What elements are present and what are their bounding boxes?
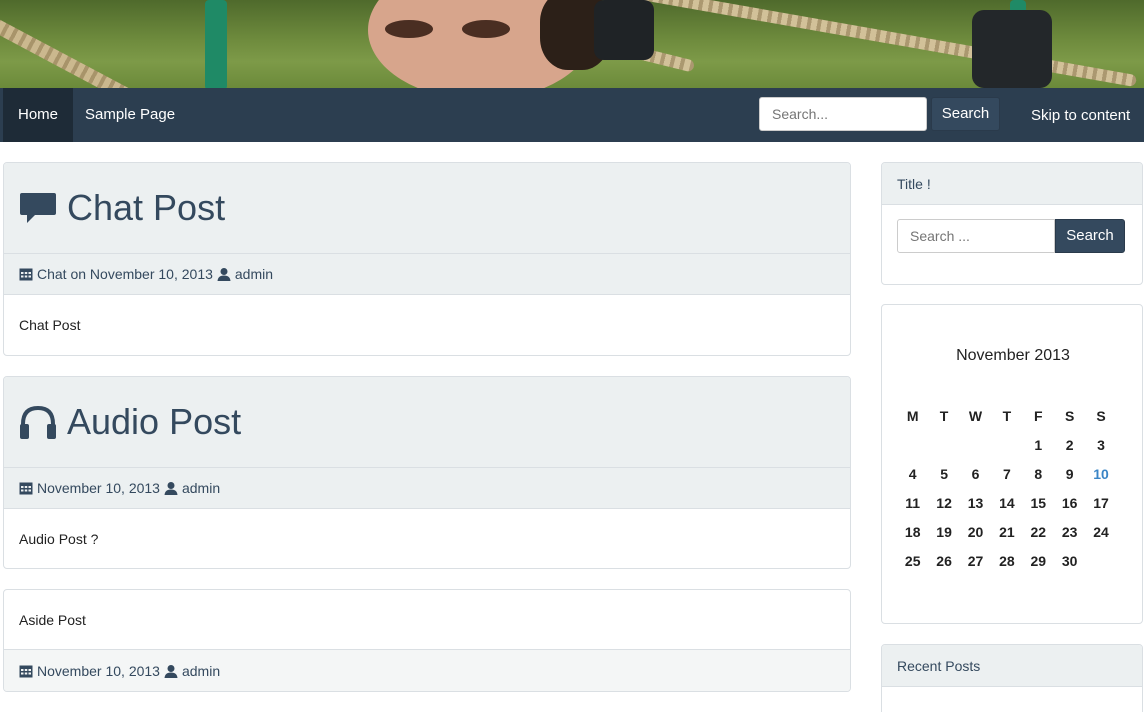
user-icon	[164, 481, 178, 495]
calendar-day: 21	[999, 523, 1015, 540]
chat-bubble-icon	[19, 191, 57, 225]
post-date-link[interactable]: Chat on November 10, 2013	[37, 266, 213, 282]
calendar-day: 24	[1093, 523, 1109, 540]
post-card-chat: Chat Post Chat on November 10, 2013 admi…	[3, 162, 851, 356]
post-author-link[interactable]: admin	[235, 266, 273, 282]
calendar-day: 17	[1093, 494, 1109, 511]
calendar-day: 22	[1030, 523, 1047, 540]
calendar-day: 12	[936, 494, 952, 511]
calendar-week-row: 1 2 3	[897, 430, 1117, 459]
headphones-icon	[19, 404, 57, 440]
post-body: Audio Post ?	[19, 531, 99, 547]
calendar-day: 14	[999, 494, 1015, 511]
post-title-text: Chat Post	[67, 187, 226, 228]
post-date-link[interactable]: November 10, 2013	[37, 480, 160, 496]
skip-to-content-link[interactable]: Skip to content	[1031, 88, 1130, 142]
top-navbar: Home Sample Page Search Skip to content	[0, 88, 1144, 142]
calendar-day: 15	[1030, 494, 1047, 511]
calendar-day: 30	[1061, 552, 1078, 569]
user-icon	[217, 267, 231, 281]
calendar-weekday: M	[906, 407, 919, 424]
calendar-icon	[19, 664, 33, 678]
calendar-day: 7	[1002, 465, 1011, 482]
post-meta: November 10, 2013 admin	[4, 468, 850, 509]
post-author-link[interactable]: admin	[182, 480, 220, 496]
calendar-day: 13	[967, 494, 984, 511]
post-meta: November 10, 2013 admin	[4, 650, 850, 691]
calendar-weekday: T	[939, 407, 949, 424]
calendar-empty-cell	[960, 430, 991, 459]
sidebar-search-input[interactable]	[897, 219, 1055, 253]
calendar-day: 5	[940, 465, 948, 482]
post-title[interactable]: Chat Post	[4, 163, 850, 253]
calendar-day: 3	[1097, 436, 1105, 453]
calendar-day: 20	[967, 523, 984, 540]
calendar-week-row: 4 5 6 7 8 9 10	[897, 459, 1117, 488]
post-body: Aside Post	[4, 590, 850, 650]
calendar-empty-cell	[928, 430, 959, 459]
nav-search-button[interactable]: Search	[931, 97, 1000, 131]
calendar-day: 19	[936, 523, 952, 540]
calendar-day: 16	[1061, 494, 1078, 511]
calendar-widget: November 2013 MTWTFSS 1 2 3 4 5 6 7 8 9 10 11 12 13 1…	[881, 304, 1143, 624]
calendar-day: 25	[904, 552, 921, 569]
recent-posts-widget: Recent Posts	[881, 644, 1143, 712]
calendar-day: 27	[967, 552, 984, 569]
nav-item-sample-page[interactable]: Sample Page	[70, 88, 190, 142]
post-date-link[interactable]: November 10, 2013	[37, 663, 160, 679]
calendar-empty-cell	[1085, 546, 1116, 575]
calendar-weekday: S	[1064, 407, 1075, 424]
header-image	[0, 0, 1144, 88]
nav-item-home[interactable]: Home	[3, 88, 74, 142]
calendar-day: 11	[905, 494, 921, 511]
calendar-empty-cell	[897, 430, 928, 459]
calendar-day: 23	[1061, 523, 1078, 540]
calendar-day: 26	[936, 552, 952, 569]
post-author-link[interactable]: admin	[182, 663, 220, 679]
calendar-weekday: S	[1096, 407, 1106, 424]
calendar-day: 4	[908, 465, 917, 482]
calendar-icon	[19, 481, 33, 495]
search-widget: Title ! Search	[881, 162, 1143, 285]
calendar-weekday: F	[1033, 407, 1043, 424]
calendar-weekday: T	[1002, 407, 1012, 424]
post-card-audio: Audio Post November 10, 2013 admin Audio…	[3, 376, 851, 569]
calendar-day: 18	[904, 523, 921, 540]
post-title[interactable]: Audio Post	[4, 377, 850, 467]
calendar-day[interactable]: 10	[1085, 459, 1116, 488]
calendar-caption: November 2013	[956, 347, 1070, 364]
widget-title: Recent Posts	[882, 645, 1142, 687]
sidebar-search-button[interactable]: Search	[1055, 219, 1125, 253]
calendar-day: 9	[1065, 465, 1074, 482]
calendar-day: 29	[1030, 552, 1047, 569]
post-body: Chat Post	[19, 317, 81, 333]
calendar-table: MTWTFSS 1 2 3 4 5 6 7 8 9 10 11 12 13 14 15 16 17 18 19 20 2…	[897, 401, 1117, 575]
calendar-day: 2	[1065, 436, 1074, 453]
calendar-weekday: W	[968, 407, 983, 424]
calendar-day: 8	[1034, 465, 1043, 482]
calendar-week-row: 11 12 13 14 15 16 17	[897, 488, 1117, 517]
nav-search-input[interactable]	[759, 97, 927, 131]
calendar-week-row: 18 19 20 21 22 23 24	[897, 517, 1117, 546]
user-icon	[164, 664, 178, 678]
calendar-day: 6	[971, 465, 980, 482]
widget-title: Title !	[882, 163, 1142, 205]
calendar-day: 28	[999, 552, 1015, 569]
post-card-aside: Aside Post November 10, 2013 admin	[3, 589, 851, 692]
calendar-day: 1	[1034, 436, 1043, 453]
post-title-text: Audio Post	[67, 401, 242, 442]
post-meta: Chat on November 10, 2013 admin	[4, 254, 850, 295]
calendar-empty-cell	[991, 430, 1022, 459]
calendar-week-row: 25 26 27 28 29 30	[897, 546, 1117, 575]
calendar-icon	[19, 267, 33, 281]
